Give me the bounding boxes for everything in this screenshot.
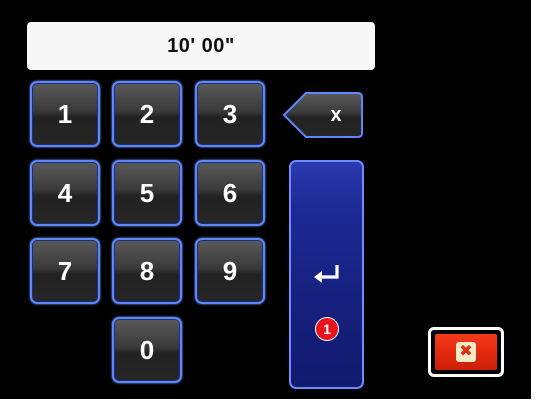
key-0[interactable]: 0 [112, 317, 182, 383]
enter-icon [314, 265, 339, 283]
key-5[interactable]: 5 [112, 160, 182, 226]
key-label: 2 [139, 98, 155, 129]
key-label: 3 [222, 98, 238, 129]
notification-badge: 1 [315, 317, 339, 341]
key-2[interactable]: 2 [112, 81, 182, 147]
close-button-face: ✖ [435, 334, 497, 370]
key-label: 7 [57, 255, 73, 286]
key-label: 1 [57, 98, 73, 129]
key-8[interactable]: 8 [112, 238, 182, 304]
backspace-label: x [330, 103, 342, 126]
close-glyph-text: ✖ [459, 343, 473, 360]
enter-button[interactable]: 1 [289, 160, 364, 389]
close-icon: ✖ [456, 342, 476, 362]
key-label: 5 [139, 177, 155, 208]
badge-count: 1 [323, 321, 331, 337]
key-label: 8 [139, 255, 155, 286]
key-4[interactable]: 4 [30, 160, 100, 226]
value-display-text: 10' 00" [167, 34, 235, 57]
key-6[interactable]: 6 [195, 160, 265, 226]
key-label: 4 [57, 177, 73, 208]
key-7[interactable]: 7 [30, 238, 100, 304]
value-display: 10' 00" [27, 22, 375, 70]
backspace-button[interactable]: x [282, 91, 364, 139]
key-9[interactable]: 9 [195, 238, 265, 304]
close-button[interactable]: ✖ [428, 327, 504, 377]
key-label: 9 [222, 255, 238, 286]
keypad-screen: 10' 00" 1 2 3 4 5 6 7 8 9 0 x 1 ✖ [0, 0, 531, 399]
key-label: 6 [222, 177, 238, 208]
key-1[interactable]: 1 [30, 81, 100, 147]
key-3[interactable]: 3 [195, 81, 265, 147]
key-label: 0 [139, 334, 155, 365]
